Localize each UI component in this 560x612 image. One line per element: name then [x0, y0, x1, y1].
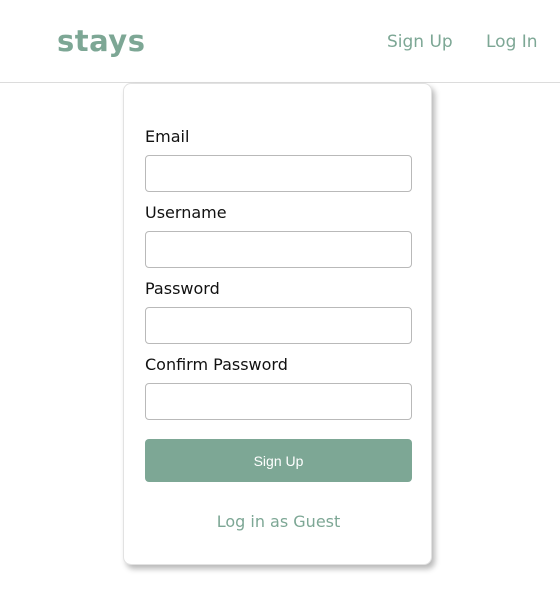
password-label: Password	[145, 279, 220, 298]
email-label: Email	[145, 127, 190, 146]
logo[interactable]: stays	[57, 24, 145, 58]
confirm-password-field[interactable]	[145, 383, 412, 420]
password-field[interactable]	[145, 307, 412, 344]
confirm-password-label: Confirm Password	[145, 355, 288, 374]
email-field[interactable]	[145, 155, 412, 192]
username-label: Username	[145, 203, 227, 222]
username-field[interactable]	[145, 231, 412, 268]
nav-sign-up-link[interactable]: Sign Up	[387, 32, 453, 52]
sign-up-button[interactable]: Sign Up	[145, 439, 412, 482]
log-in-as-guest-link[interactable]: Log in as Guest	[124, 512, 433, 531]
nav-log-in-link[interactable]: Log In	[486, 32, 538, 52]
signup-form-card: Email Username Password Confirm Password…	[123, 83, 432, 565]
navbar: stays Sign Up Log In	[0, 0, 560, 83]
